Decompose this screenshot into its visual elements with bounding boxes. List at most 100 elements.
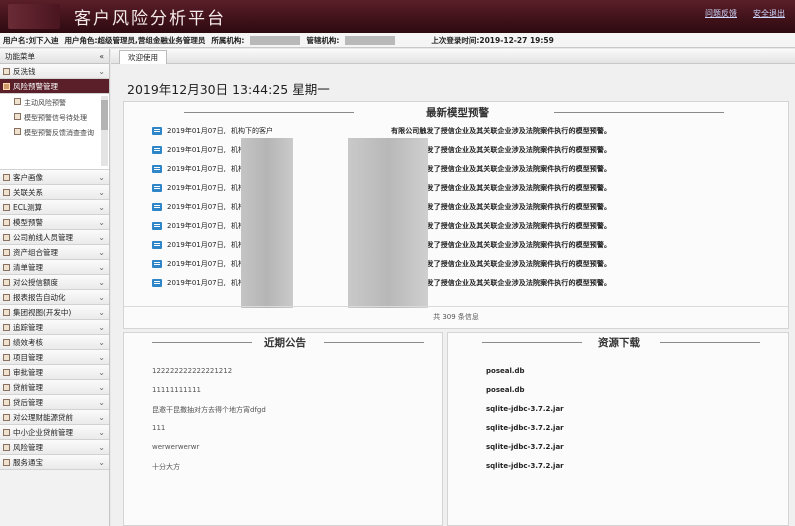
- title-divider: [184, 112, 354, 113]
- notice-item[interactable]: 十分大方: [152, 462, 180, 472]
- app-title: 客户风险分析平台: [74, 9, 226, 29]
- chevron-down-icon: ⌄: [98, 247, 105, 257]
- warning-date: 2019年01月07日,: [167, 203, 226, 211]
- sidebar-item[interactable]: 绩效考核 ⌄: [0, 335, 109, 350]
- logo-area: 客户风险分析平台: [0, 0, 260, 33]
- sidebar-item[interactable]: 模型预警 ⌄: [0, 215, 109, 230]
- chevron-down-icon: ⌄: [98, 352, 105, 362]
- sidebar-item[interactable]: 对公理财能源贷前 ⌄: [0, 410, 109, 425]
- warning-org: 机构下的客户: [231, 127, 273, 135]
- sidebar-item[interactable]: 审批管理 ⌄: [0, 365, 109, 380]
- title-divider: [324, 342, 424, 343]
- notice-item[interactable]: 122222222222221212: [152, 367, 232, 375]
- menu-icon: [3, 338, 10, 346]
- submenu-item-active-warning[interactable]: 主动风险预警: [0, 94, 109, 109]
- sidebar-item[interactable]: 资产组合管理 ⌄: [0, 245, 109, 260]
- sidebar-item[interactable]: ECL测算 ⌄: [0, 200, 109, 215]
- sidebar-item[interactable]: 服务通宝 ⌄: [0, 455, 109, 470]
- menu-icon: [14, 98, 21, 105]
- sidebar-item-label: 客户画像: [13, 172, 43, 182]
- menu-icon: [3, 67, 10, 75]
- sidebar-menu-list: 客户画像 ⌄ 关联关系 ⌄ ECL测算 ⌄ 模型预警 ⌄ 公司前线人员管理 ⌄ 资产组合管理 ⌄ 清单管…: [0, 170, 109, 470]
- chevron-down-icon: ⌄: [98, 397, 105, 407]
- download-item[interactable]: poseal.db: [486, 386, 525, 394]
- downloads-panel: 资源下载 poseal.db poseal.db sqlite-jdbc-3.7.2…: [447, 332, 789, 526]
- sidebar-item[interactable]: 客户画像 ⌄: [0, 170, 109, 185]
- sidebar-item-anti-money-laundering[interactable]: 反洗钱 ⌄: [0, 64, 109, 79]
- menu-icon: [3, 458, 10, 466]
- dept-label: 管辖机构:: [306, 35, 340, 45]
- redacted-block: [348, 138, 428, 308]
- submenu-scrollbar[interactable]: [101, 96, 108, 166]
- redacted-dept: [345, 35, 396, 45]
- menu-icon: [3, 293, 10, 301]
- logout-link[interactable]: 安全退出: [753, 8, 785, 19]
- submenu-item-pending-signals[interactable]: 模型预警信号待处理: [0, 109, 109, 124]
- sidebar-item-label: 贷前管理: [13, 382, 43, 392]
- sidebar-item-label: 公司前线人员管理: [13, 232, 73, 242]
- chevron-down-icon: ⌄: [98, 172, 105, 182]
- sidebar-item[interactable]: 贷后管理 ⌄: [0, 395, 109, 410]
- message-icon: [152, 184, 162, 192]
- sidebar-item[interactable]: 追踪管理 ⌄: [0, 320, 109, 335]
- sidebar-item[interactable]: 中小企业贷前管理 ⌄: [0, 425, 109, 440]
- download-item[interactable]: sqlite-jdbc-3.7.2.jar: [486, 405, 564, 413]
- chevron-down-icon: ⌄: [98, 367, 105, 377]
- chevron-down-icon: ⌄: [98, 232, 105, 242]
- warning-date: 2019年01月07日,: [167, 165, 226, 173]
- submenu-item-feedback-query[interactable]: 模型预警反馈消查查询: [0, 124, 109, 139]
- download-item[interactable]: sqlite-jdbc-3.7.2.jar: [486, 424, 564, 432]
- sidebar-item[interactable]: 公司前线人员管理 ⌄: [0, 230, 109, 245]
- sidebar-item[interactable]: 报表报告自动化 ⌄: [0, 290, 109, 305]
- chevron-down-icon: ⌄: [98, 262, 105, 272]
- chevron-down-icon: ⌄: [98, 217, 105, 227]
- warning-date: 2019年01月07日,: [167, 127, 226, 135]
- sidebar: 功能菜单 « 反洗钱 ⌄ 风险预警管理 主动风险预警 模型预警信号待处理 模型预…: [0, 49, 110, 526]
- sidebar-item[interactable]: 关联关系 ⌄: [0, 185, 109, 200]
- menu-icon: [3, 173, 10, 181]
- user-role: 用户角色:超级管理员,营组金融业务管理员: [64, 35, 206, 45]
- sidebar-item-label: 集团视图(开发中): [13, 307, 72, 317]
- chevron-down-icon: ⌄: [98, 412, 105, 422]
- chevron-down-icon: ⌄: [98, 322, 105, 332]
- menu-icon: [3, 248, 10, 256]
- top-header: 客户风险分析平台 问题反馈 安全退出: [0, 0, 795, 33]
- sidebar-item-risk-warning[interactable]: 风险预警管理: [0, 79, 109, 94]
- sidebar-item[interactable]: 风险管理 ⌄: [0, 440, 109, 455]
- menu-icon: [3, 368, 10, 376]
- message-icon: [152, 241, 162, 249]
- download-item[interactable]: sqlite-jdbc-3.7.2.jar: [486, 462, 564, 470]
- sidebar-item-label: 关联关系: [13, 187, 43, 197]
- notice-item[interactable]: 11111111111: [152, 386, 201, 394]
- chevron-down-icon: ⌄: [98, 202, 105, 212]
- notice-item[interactable]: 111: [152, 424, 165, 432]
- notice-item[interactable]: werwerwerwr: [152, 443, 199, 451]
- model-warning-title: 最新模型预警: [426, 107, 489, 119]
- sidebar-item[interactable]: 集团视图(开发中) ⌄: [0, 305, 109, 320]
- menu-icon: [3, 428, 10, 436]
- sidebar-item-label: 服务通宝: [13, 457, 43, 467]
- chevron-down-icon: ⌄: [98, 292, 105, 302]
- sidebar-item-label: 追踪管理: [13, 322, 43, 332]
- message-icon: [152, 127, 162, 135]
- notice-item[interactable]: 昆邀干昆撒抽对方去得个地方宵dfgd: [152, 405, 266, 415]
- menu-icon: [3, 308, 10, 316]
- header-links: 问题反馈 安全退出: [705, 8, 785, 19]
- tab-bar: 欢迎使用: [111, 49, 795, 64]
- scrollbar-thumb[interactable]: [101, 100, 108, 130]
- sidebar-item[interactable]: 项目管理 ⌄: [0, 350, 109, 365]
- collapse-icon[interactable]: «: [99, 52, 104, 61]
- sidebar-item[interactable]: 对公授信额度 ⌄: [0, 275, 109, 290]
- feedback-link[interactable]: 问题反馈: [705, 8, 737, 19]
- title-divider: [482, 342, 582, 343]
- menu-icon: [3, 353, 10, 361]
- sidebar-item[interactable]: 清单管理 ⌄: [0, 260, 109, 275]
- notices-panel: 近期公告 122222222222221212 11111111111 昆邀干昆撒抽…: [123, 332, 443, 526]
- menu-icon: [3, 263, 10, 271]
- download-item[interactable]: sqlite-jdbc-3.7.2.jar: [486, 443, 564, 451]
- app-window: 客户风险分析平台 问题反馈 安全退出 用户名:刘下入迪 用户角色:超级管理员,营…: [0, 0, 795, 526]
- download-item[interactable]: poseal.db: [486, 367, 525, 375]
- notices-title: 近期公告: [264, 337, 306, 349]
- sidebar-item[interactable]: 贷前管理 ⌄: [0, 380, 109, 395]
- tab-welcome[interactable]: 欢迎使用: [119, 50, 167, 64]
